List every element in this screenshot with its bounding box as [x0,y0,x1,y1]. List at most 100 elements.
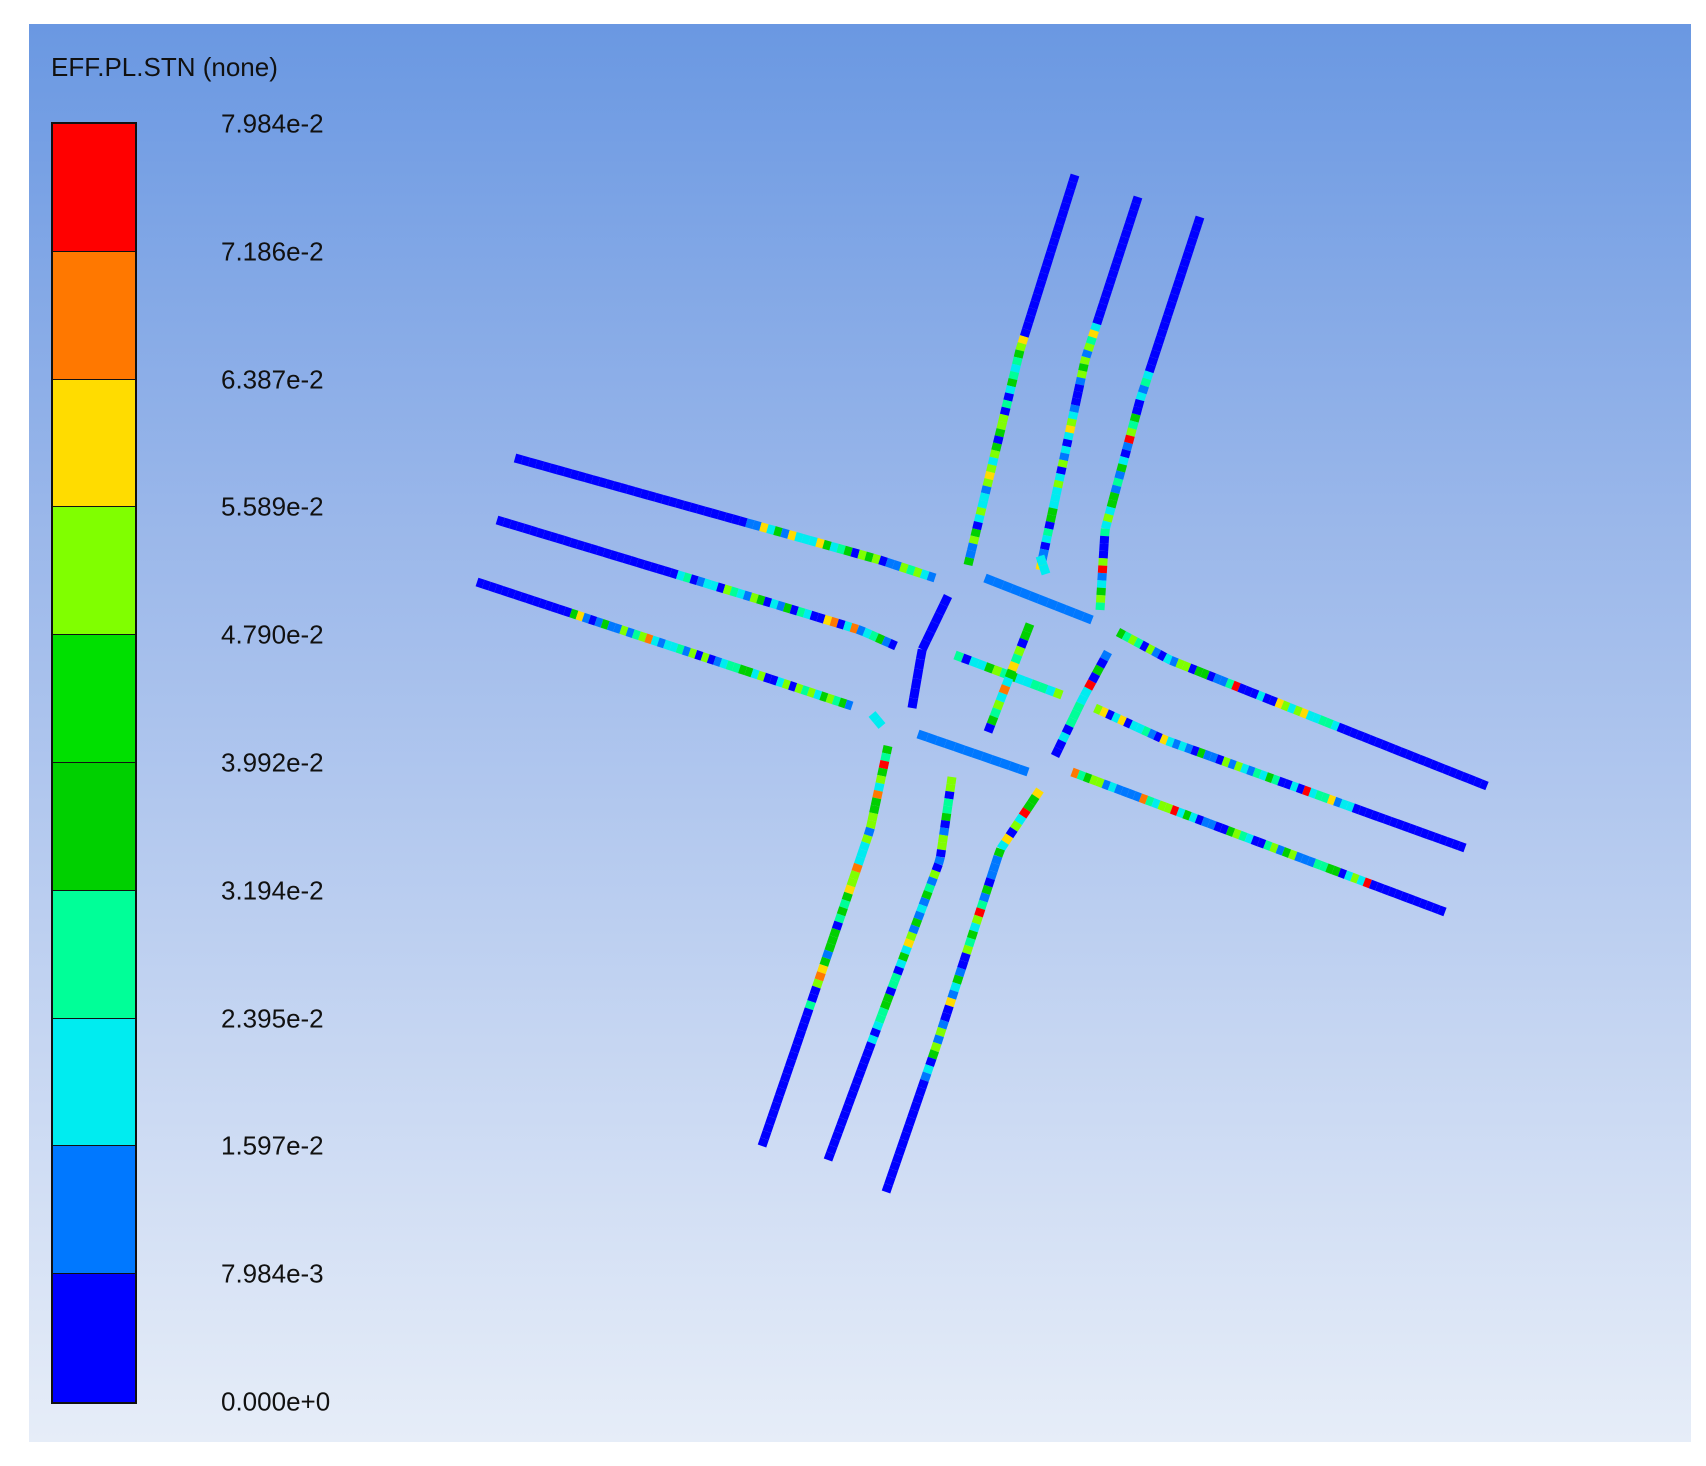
beam-segment [1075,376,1086,386]
beam-segment [676,570,686,581]
beam-segment [1311,712,1322,724]
beam-segment [907,1108,919,1120]
beam-segment [1131,195,1143,206]
beam-segment [1172,278,1184,289]
beam-segment [1026,307,1038,317]
strain-contour-model [475,173,1489,1194]
beam-segment [644,633,654,645]
beam-segment [549,531,559,543]
beam-segment [1399,891,1410,903]
beam-segment [834,913,846,924]
beam-segment [1194,814,1205,826]
beam-segment [1420,828,1430,839]
beam-segment [966,929,978,940]
beam-segment [669,641,679,653]
beam-segment [744,666,754,678]
beam-segment [1233,761,1244,772]
beam-segment [525,594,535,605]
beam-segment [656,637,666,649]
beam-segment [932,1034,944,1045]
beam-segment [1046,243,1058,254]
beam-segment [1280,700,1291,712]
beam-segment [989,449,1001,459]
beam-segment [890,972,902,983]
beam-segment [1165,300,1177,310]
beam-segment [594,616,604,628]
beam-segment [1361,732,1371,744]
beam-segment [1177,740,1188,752]
beam-segment [562,535,572,547]
beam-segment [1100,649,1112,662]
beam-segment [1129,413,1141,423]
beam-segment [1231,680,1241,692]
beam-segment [905,931,917,942]
beam-segment [597,477,608,488]
beam-segment [717,510,727,522]
beam-segment [1133,398,1145,409]
beam-segment [1121,631,1132,643]
beam-segment [1188,812,1198,823]
beam-segment [953,650,965,663]
beam-segment [909,687,920,700]
beam-segment [1246,765,1256,777]
beam-segment [1014,673,1026,685]
beam-segment [1072,390,1083,400]
beam-segment [794,1029,806,1040]
beam-segment [833,1123,845,1134]
beam-segment [1153,731,1163,743]
beam-segment [1065,424,1076,434]
beam-segment [926,571,937,583]
beam-segment [1004,668,1017,680]
beam-segment [1169,656,1179,668]
beam-segment [944,790,955,800]
beam-segment [828,1137,840,1148]
beam-segment [989,755,1002,767]
beam-segment [889,1160,901,1172]
beam-segment [899,1131,911,1142]
beam-segment [881,636,892,648]
beam-segment [934,855,945,866]
beam-segment [1024,314,1036,324]
beam-segment [980,485,992,495]
beam-segment [1479,779,1489,791]
beam-segment [1068,173,1080,184]
beam-segment [611,481,622,492]
beam-segment [987,456,999,466]
beam-segment [1281,847,1292,858]
beam-segment [773,526,783,537]
beam-segment [1041,534,1052,544]
beam-segment [1163,802,1174,814]
beam-segment [822,614,833,626]
beam-segment [1466,774,1477,786]
beam-segment [916,729,929,742]
beam-segment [1063,431,1074,441]
beam-segment [1064,187,1075,198]
beam-segment [1157,800,1167,812]
beam-segment [760,1130,772,1141]
beam-segment [963,556,975,567]
beam-segment [1006,378,1018,388]
beam-segment [1008,761,1021,774]
beam-segment [802,1007,814,1018]
beam-segment [994,428,1006,438]
beam-segment [979,892,991,903]
beam-segment [1105,275,1117,286]
beam-segment [1092,664,1105,677]
beam-segment [829,927,841,938]
beam-segment [1343,870,1354,882]
beam-segment [1042,257,1053,268]
beam-segment [1059,452,1070,462]
beam-segment [1206,670,1216,682]
beam-segment [1368,879,1379,891]
beam-segment [944,739,957,751]
beam-segment [855,625,866,637]
beam-segment [1221,756,1231,768]
beam-segment [1037,271,1049,282]
beam-segment [1114,249,1125,259]
beam-segment [800,685,810,696]
beam-segment [506,588,516,599]
beam-segment [812,978,824,989]
beam-segment [1019,630,1032,642]
beam-segment [1454,769,1464,781]
beam-segment [1277,776,1287,788]
